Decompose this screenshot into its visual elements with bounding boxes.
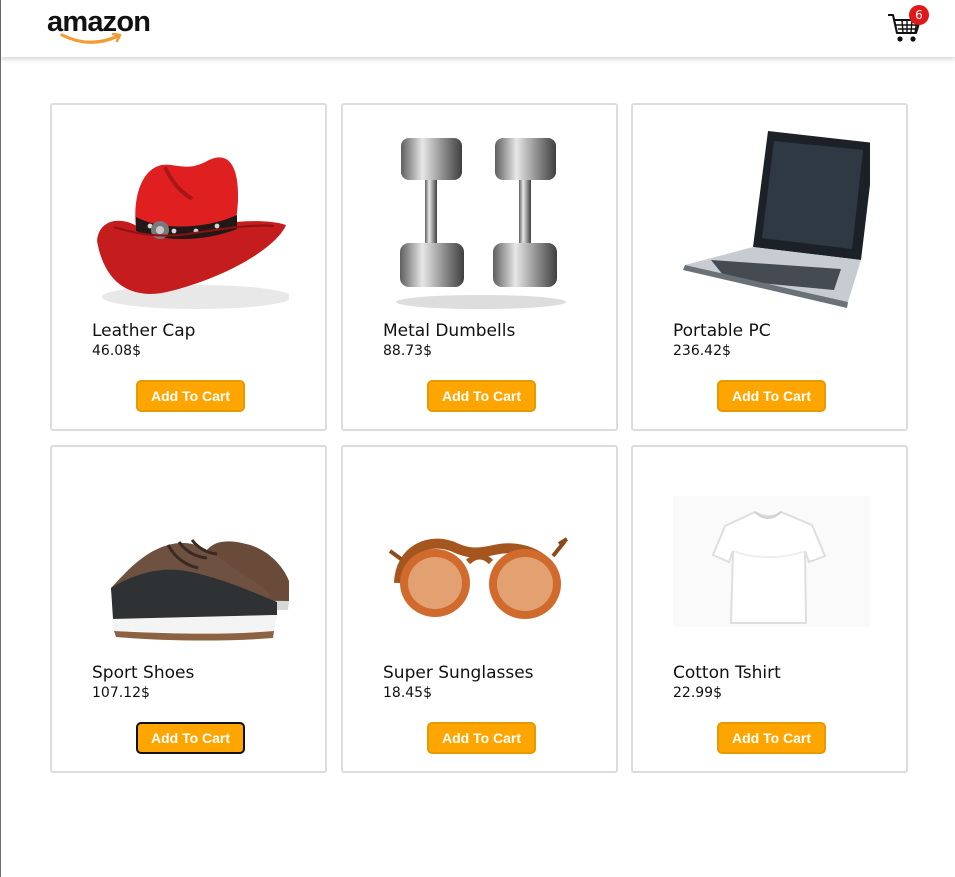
add-to-cart-button[interactable]: Add To Cart <box>136 380 245 412</box>
product-price: 22.99$ <box>673 685 722 701</box>
add-to-cart-button[interactable]: Add To Cart <box>427 722 536 754</box>
product-name: Metal Dumbells <box>383 321 516 341</box>
logo-smile-icon <box>60 32 122 44</box>
metal-dumbells-image <box>396 138 566 309</box>
cart-button[interactable]: 6 <box>886 5 929 44</box>
cart-count-badge: 6 <box>909 5 929 25</box>
add-to-cart-button[interactable]: Add To Cart <box>717 380 826 412</box>
leather-cap-image <box>97 157 289 309</box>
product-price: 107.12$ <box>92 685 150 701</box>
portable-pc-image <box>683 131 870 308</box>
sport-shoes-image <box>111 539 289 641</box>
product-card-super-sunglasses: Super Sunglasses 18.45$ Add To Cart <box>341 445 618 773</box>
product-name: Cotton Tshirt <box>673 663 781 683</box>
product-card-sport-shoes: Sport Shoes 107.12$ Add To Cart <box>50 445 327 773</box>
product-card-metal-dumbells: Metal Dumbells 88.73$ Add To Cart <box>341 103 618 431</box>
product-price: 46.08$ <box>92 343 141 359</box>
product-name: Sport Shoes <box>92 663 195 683</box>
super-sunglasses-image <box>388 537 569 619</box>
product-price: 88.73$ <box>383 343 432 359</box>
product-card-portable-pc: Portable PC 236.42$ Add To Cart <box>631 103 908 431</box>
product-name: Leather Cap <box>92 321 196 341</box>
product-price: 236.42$ <box>673 343 731 359</box>
product-card-leather-cap: Leather Cap 46.08$ Add To Cart <box>50 103 327 431</box>
add-to-cart-button[interactable]: Add To Cart <box>427 380 536 412</box>
add-to-cart-button[interactable]: Add To Cart <box>717 722 826 754</box>
top-header: amazon 6 <box>1 0 955 57</box>
add-to-cart-button[interactable]: Add To Cart <box>136 722 245 754</box>
cotton-tshirt-image <box>673 496 870 627</box>
product-card-cotton-tshirt: Cotton Tshirt 22.99$ Add To Cart <box>631 445 908 773</box>
amazon-logo[interactable]: amazon <box>46 6 156 48</box>
product-name: Portable PC <box>673 321 771 341</box>
product-name: Super Sunglasses <box>383 663 534 683</box>
product-price: 18.45$ <box>383 685 432 701</box>
